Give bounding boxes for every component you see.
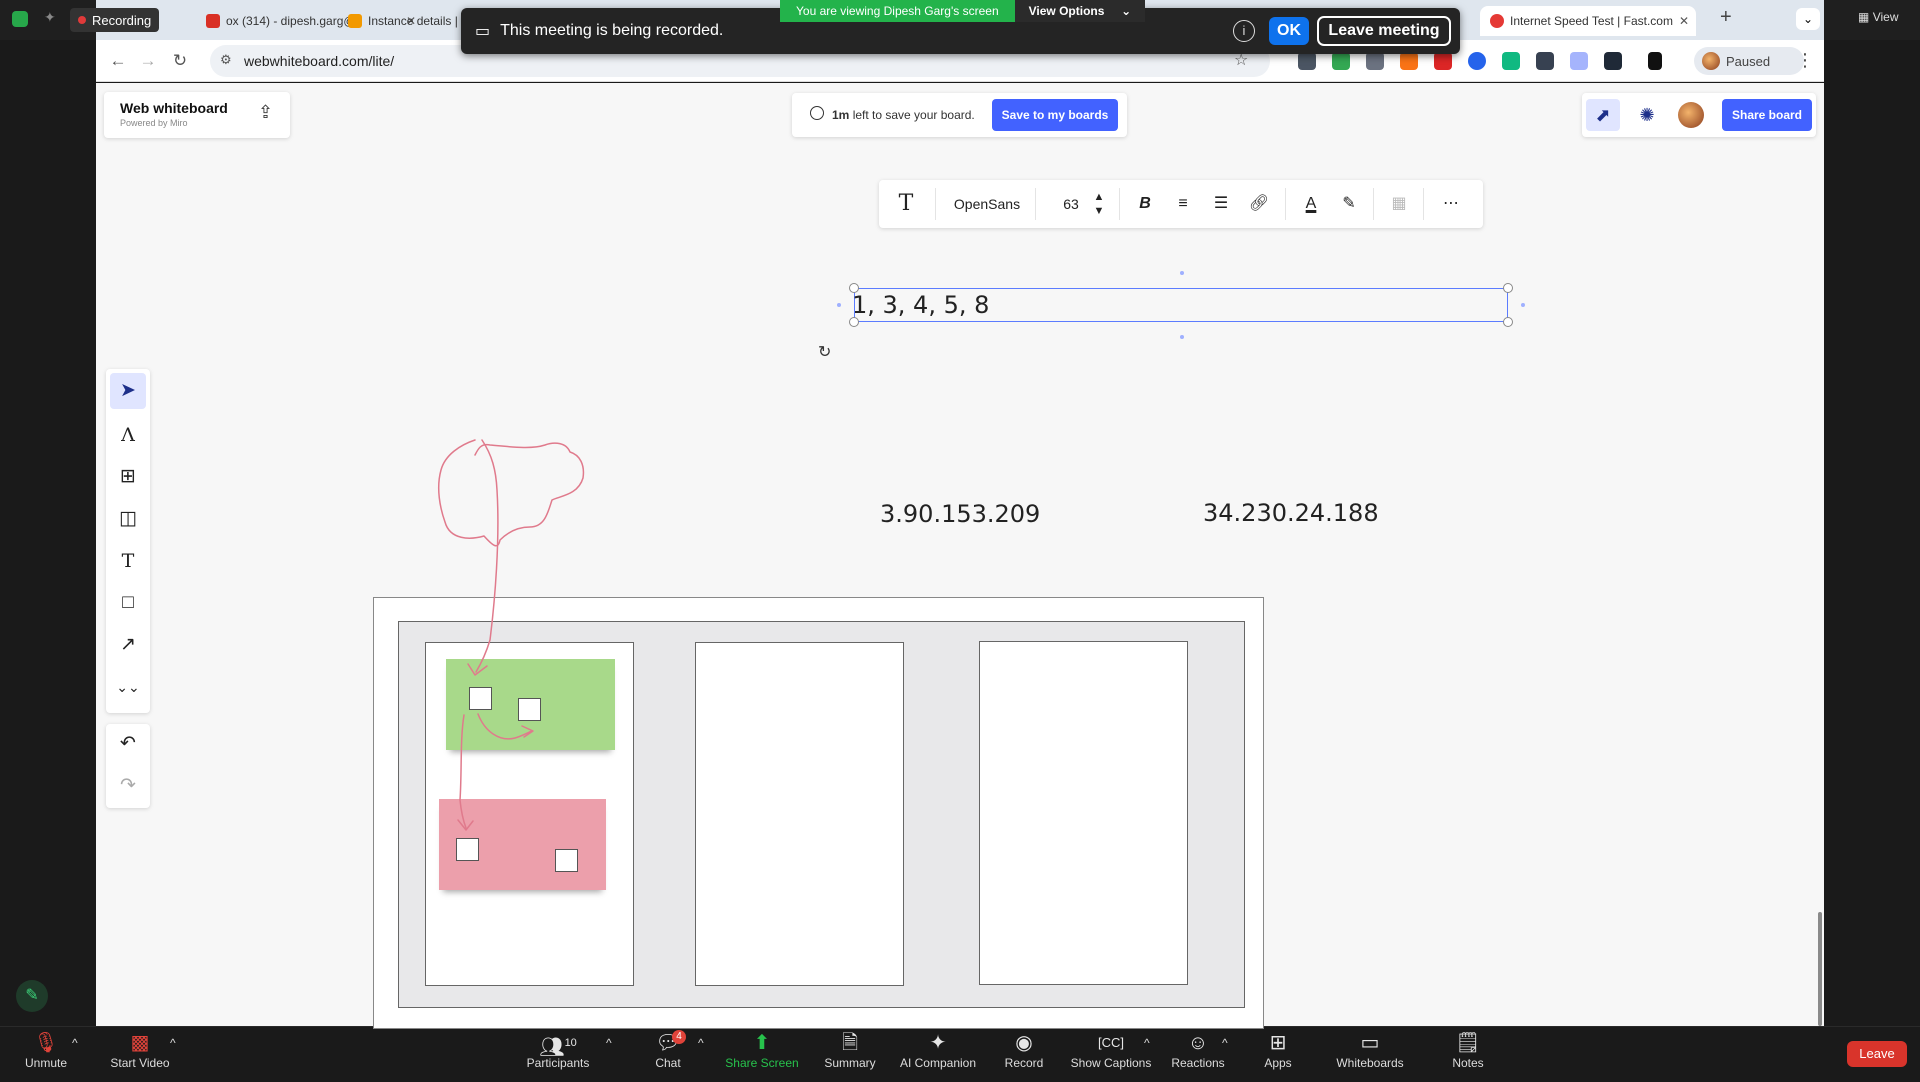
chevron-up-icon[interactable]: ^ (170, 1036, 176, 1082)
apps-icon: ⊞ (1269, 1032, 1287, 1054)
record-button[interactable]: ◉ Record (998, 1030, 1050, 1076)
ai-sparkle-icon: ✦ (929, 1032, 947, 1054)
camera-icon: ▭ (475, 23, 491, 40)
recording-notice: This meeting is being recorded. (500, 22, 724, 39)
ai-companion-button[interactable]: ✦ AI Companion (896, 1030, 980, 1076)
whiteboard-icon: ▭ (1360, 1032, 1380, 1054)
button-label: Summary (824, 1056, 876, 1070)
sticky-note-tool-icon[interactable]: ◫ (110, 501, 146, 537)
shape-tool-icon[interactable]: □ (110, 585, 146, 621)
start-video-button[interactable]: ▩ Start Video (100, 1030, 180, 1076)
ok-button[interactable]: OK (1269, 17, 1309, 45)
button-label: Apps (1264, 1056, 1292, 1070)
button-label: Notes (1452, 1056, 1484, 1070)
chevron-down-icon: ⌄ (1121, 4, 1132, 18)
connector-tool-icon[interactable]: ↗ (110, 627, 146, 663)
tool-palette: ➤ Λ ⊞ ◫ T □ ↗ ⌄⌄ (106, 369, 150, 713)
record-icon: ◉ (1015, 1032, 1033, 1054)
button-label: Share Screen (725, 1056, 799, 1070)
view-label: View (1872, 10, 1899, 24)
participants-count: 10 (564, 1037, 577, 1049)
view-menu-button[interactable]: ▦ View (1858, 10, 1898, 24)
history-palette: ↶ ↷ (106, 724, 150, 808)
undo-icon[interactable]: ↶ (110, 726, 146, 762)
info-icon[interactable]: i (1233, 20, 1255, 42)
leave-meeting-button[interactable]: Leave meeting (1317, 16, 1451, 46)
video-off-icon: ▩ (130, 1032, 150, 1054)
chat-badge: 4 (672, 1030, 686, 1044)
more-tools-icon[interactable]: ⌄⌄ (110, 669, 146, 705)
notes-button[interactable]: 🗒︎ Notes (1448, 1030, 1488, 1076)
summary-icon: 🗎︎ (841, 1032, 859, 1054)
view-options-label: View Options (1028, 4, 1105, 18)
reactions-button[interactable]: ☺ Reactions (1168, 1030, 1228, 1076)
chevron-up-icon[interactable]: ^ (606, 1036, 612, 1082)
apps-button[interactable]: ⊞ Apps (1260, 1030, 1296, 1076)
pen-tool-icon[interactable]: Λ (110, 417, 146, 453)
leave-button[interactable]: Leave (1847, 1041, 1907, 1067)
chevron-up-icon[interactable]: ^ (72, 1036, 78, 1082)
summary-button[interactable]: 🗎︎ Summary (818, 1030, 882, 1076)
chevron-up-icon[interactable]: ^ (1222, 1036, 1228, 1082)
grid-icon: ▦ (1858, 10, 1870, 24)
pen-drawing[interactable] (0, 0, 1920, 1080)
mic-muted-icon: 🎙︎ (33, 1032, 59, 1054)
reactions-icon: ☺ (1187, 1032, 1209, 1054)
template-tool-icon[interactable]: ⊞ (110, 459, 146, 495)
show-captions-button[interactable]: [CC] Show Captions (1068, 1030, 1154, 1076)
scrollbar[interactable] (1818, 912, 1822, 1026)
chat-button[interactable]: 💬︎ Chat 4 (644, 1030, 692, 1076)
captions-icon: [CC] (1098, 1035, 1124, 1050)
whiteboards-button[interactable]: ▭ Whiteboards (1330, 1030, 1410, 1076)
unmute-button[interactable]: 🎙︎ Unmute (16, 1030, 76, 1076)
share-screen-icon: ⬆ (753, 1032, 771, 1054)
screen-share-banner: You are viewing Dipesh Garg's screen Vie… (780, 0, 1146, 22)
view-options-button[interactable]: View Options ⌄ (1014, 0, 1146, 22)
recording-indicator[interactable]: Recording (70, 8, 160, 32)
text-tool-icon[interactable]: T (110, 543, 146, 579)
button-label: Unmute (24, 1056, 68, 1070)
participants-button[interactable]: 👥︎10 Participants (520, 1030, 596, 1076)
annotate-icon[interactable]: ✎ (16, 980, 48, 1012)
notes-icon: 🗒︎ (1455, 1032, 1481, 1054)
recording-label: Recording (92, 12, 152, 28)
button-label: Record (1004, 1056, 1044, 1070)
select-tool-icon[interactable]: ➤ (110, 373, 146, 409)
pen-stroke-down (459, 714, 467, 829)
button-label: Chat (655, 1056, 681, 1070)
button-label: Show Captions (1070, 1056, 1152, 1070)
redo-icon[interactable]: ↷ (110, 768, 146, 804)
pen-stroke-cloud (438, 439, 585, 547)
button-label: Whiteboards (1336, 1056, 1404, 1070)
participants-icon: 👥︎10 (539, 1036, 577, 1059)
chevron-up-icon[interactable]: ^ (698, 1036, 704, 1082)
share-screen-button[interactable]: ⬆ Share Screen (722, 1030, 802, 1076)
button-label: Participants (526, 1056, 590, 1070)
viewing-banner: You are viewing Dipesh Garg's screen (780, 0, 1015, 22)
button-label: Reactions (1171, 1056, 1225, 1070)
button-label: AI Companion (899, 1056, 977, 1070)
button-label: Start Video (110, 1056, 170, 1070)
chevron-up-icon[interactable]: ^ (1144, 1036, 1150, 1082)
pen-stroke-arrow (475, 439, 499, 673)
record-dot-icon (78, 16, 86, 24)
